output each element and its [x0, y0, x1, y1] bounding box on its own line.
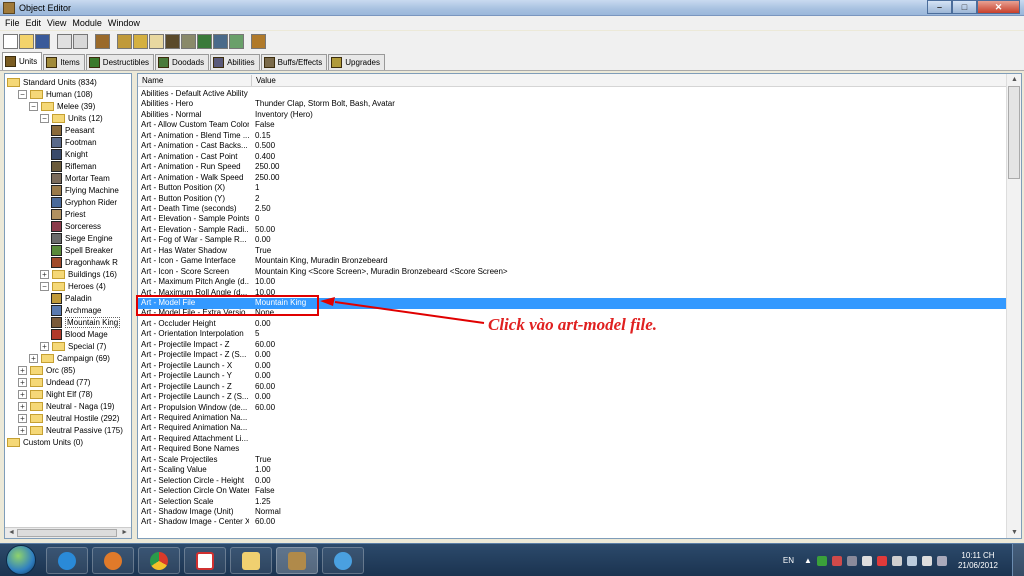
folder-icon	[242, 551, 260, 570]
annotation-text: Click vào art-model file.	[488, 315, 658, 334]
antivirus-icon[interactable]	[831, 555, 842, 566]
taskbar: EN ▲ 10:11 CH 21/06/2012	[0, 543, 1024, 576]
network-icon[interactable]	[906, 555, 917, 566]
unikey-tray-icon[interactable]	[876, 555, 887, 566]
object-editor-window: Object Editor – □ ✕ File Edit View Modul…	[0, 0, 1024, 543]
start-button[interactable]	[6, 545, 36, 575]
tray-app-icon[interactable]	[846, 555, 857, 566]
system-tray: EN ▲ 10:11 CH 21/06/2012	[783, 544, 1024, 576]
volume-icon[interactable]	[921, 555, 932, 566]
chrome-icon	[150, 551, 168, 570]
tray-app-icon[interactable]	[816, 555, 827, 566]
paint-icon	[334, 551, 352, 570]
internet-explorer-icon	[58, 551, 76, 570]
clock[interactable]: 10:11 CH 21/06/2012	[958, 551, 998, 571]
tray-app-icon[interactable]	[936, 555, 947, 566]
explorer-taskbar-button[interactable]	[230, 547, 272, 574]
chrome-taskbar-button[interactable]	[138, 547, 180, 574]
clock-date: 21/06/2012	[957, 560, 998, 570]
unikey-icon	[196, 551, 214, 570]
firefox-icon	[104, 551, 122, 570]
show-desktop-button[interactable]	[1012, 544, 1024, 576]
action-center-icon[interactable]	[891, 555, 902, 566]
clock-time: 10:11 CH	[961, 550, 995, 560]
world-editor-icon	[288, 551, 306, 570]
tray-app-icon[interactable]	[861, 555, 872, 566]
unikey-taskbar-button[interactable]	[184, 547, 226, 574]
paint-taskbar-button[interactable]	[322, 547, 364, 574]
firefox-taskbar-button[interactable]	[92, 547, 134, 574]
show-hidden-icons-icon[interactable]: ▲	[804, 556, 812, 566]
annotation-arrow	[320, 297, 485, 324]
ie-taskbar-button[interactable]	[46, 547, 88, 574]
language-indicator[interactable]: EN	[783, 556, 794, 565]
world-editor-taskbar-button[interactable]	[276, 547, 318, 574]
